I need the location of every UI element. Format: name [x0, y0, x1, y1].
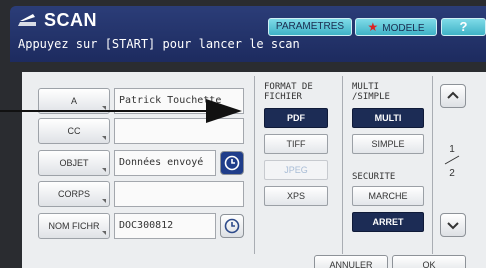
scan-settings-panel: A Patrick Touchette CC OBJET Données env…: [22, 72, 486, 268]
arrow-annotation-head: [206, 99, 242, 123]
multi-button[interactable]: MULTI: [352, 108, 424, 128]
parametres-button[interactable]: PARAMETRES: [268, 18, 352, 36]
field-button-cc[interactable]: CC: [38, 118, 110, 144]
format-tiff-button[interactable]: TIFF: [264, 134, 328, 154]
nom-fichier-clock-button[interactable]: [220, 214, 244, 238]
security-arret-button[interactable]: ARRET: [352, 212, 424, 232]
format-pdf-button[interactable]: PDF: [264, 108, 328, 128]
divider: [432, 76, 433, 254]
field-value-corps[interactable]: [114, 181, 244, 207]
ok-button[interactable]: OK: [392, 255, 466, 268]
page-title: SCAN: [44, 10, 98, 30]
field-button-corps[interactable]: CORPS: [38, 181, 110, 207]
scan-icon: [18, 14, 36, 26]
simple-button[interactable]: SIMPLE: [352, 134, 424, 154]
arrow-annotation-line: [0, 110, 222, 112]
security-marche-button[interactable]: MARCHE: [352, 186, 424, 206]
field-button-nom-fichier[interactable]: NOM FICHR: [38, 213, 110, 239]
multi-heading: MULTI /SIMPLE: [352, 82, 390, 102]
security-heading: SECURITE: [352, 172, 396, 182]
header-bar: SCAN PARAMETRES ★ MODELE ? Appuyez sur [S…: [10, 6, 486, 62]
scroll-down-button[interactable]: [440, 213, 466, 237]
page-current: 1: [449, 144, 455, 155]
chevron-up-icon: [447, 91, 459, 99]
format-xps-button[interactable]: XPS: [264, 186, 328, 206]
clock-icon: [224, 155, 240, 171]
modele-label: MODELE: [382, 23, 425, 34]
scroll-up-button[interactable]: [440, 84, 466, 108]
divider: [342, 76, 343, 254]
star-icon: ★: [367, 20, 379, 34]
objet-clock-button[interactable]: [220, 151, 244, 175]
field-value-nom-fichier[interactable]: DOC300812: [114, 213, 216, 239]
chevron-down-icon: [447, 222, 459, 230]
format-heading: FORMAT DE FICHIER: [264, 82, 313, 102]
help-button[interactable]: ?: [441, 18, 486, 36]
status-message: Appuyez sur [START] pour lancer le scan: [18, 37, 300, 51]
field-value-objet[interactable]: Données envoyé: [114, 150, 216, 176]
cancel-button[interactable]: ANNULER: [314, 255, 388, 268]
title-row: SCAN PARAMETRES ★ MODELE ?: [10, 6, 486, 36]
field-button-objet[interactable]: OBJET: [38, 150, 110, 176]
modele-button[interactable]: ★ MODELE: [355, 18, 437, 36]
page-total: 2: [449, 168, 455, 179]
clock-icon: [224, 218, 240, 234]
format-jpeg-button[interactable]: JPEG: [264, 160, 328, 180]
divider: [254, 76, 255, 254]
page-separator: [444, 155, 460, 165]
page-indicator: 1 2: [442, 144, 462, 179]
